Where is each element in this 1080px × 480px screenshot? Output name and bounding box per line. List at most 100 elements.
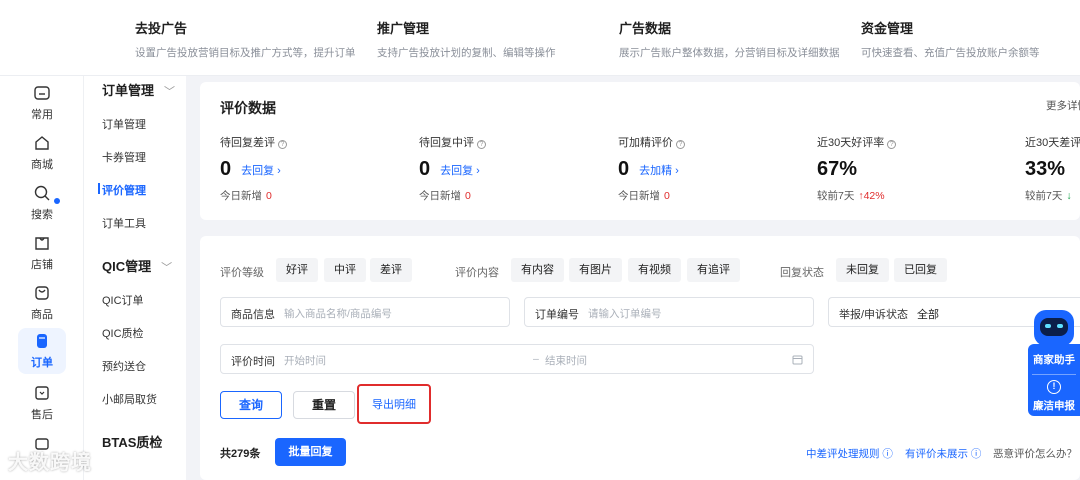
group-label: QIC管理 — [102, 259, 152, 274]
stat-negative-rate: 近30天差评 33% 较前7天 ↓ — [1025, 134, 1080, 203]
start-time-placeholder[interactable]: 开始时间 — [284, 353, 326, 368]
rail-item-mall[interactable]: 商城 — [18, 134, 66, 174]
merchant-assistant-widget[interactable]: 商家助手 ! 廉洁申报 — [1028, 310, 1080, 416]
help-icon[interactable]: ? — [278, 140, 287, 149]
chip-positive[interactable]: 好评 — [276, 258, 318, 282]
top-menu-title: 资金管理 — [861, 21, 914, 36]
stat-label: 近30天差评 — [1025, 137, 1080, 149]
review-time-range[interactable]: 评价时间 开始时间 – 结束时间 — [220, 344, 814, 374]
help-icon[interactable]: ? — [477, 140, 486, 149]
watermark: 大数跨境 — [8, 452, 92, 474]
reset-button[interactable]: 重置 — [293, 391, 355, 419]
reply-filter-label: 回复状态 — [780, 267, 824, 279]
submenu-item-qic-orders[interactable]: QIC订单 — [102, 292, 144, 308]
reply-link[interactable]: 去回复 › — [440, 165, 480, 177]
stat-value: 67% — [817, 158, 858, 180]
top-menu-title: 去投广告 — [135, 21, 188, 36]
total-count: 共279条 — [220, 448, 261, 460]
rail-label: 常用 — [31, 109, 53, 121]
stat-value: 0 — [618, 158, 630, 180]
top-menu-bar: 去投广告 设置广告投放营销目标及推广方式等，提升订单 推广管理 支持广告投放计划… — [0, 0, 1080, 76]
submenu-item-order-tools[interactable]: 订单工具 — [102, 215, 146, 231]
merchant-assistant-button[interactable]: 商家助手 — [1028, 352, 1080, 367]
stat-foot-value: ↓ — [1066, 190, 1072, 202]
stat-foot-label: 今日新增 — [618, 190, 660, 202]
calendar-icon[interactable] — [792, 354, 803, 365]
hidden-reviews-link[interactable]: 有评价未展示 ⓘ — [905, 446, 981, 461]
chip-negative[interactable]: 差评 — [370, 258, 412, 282]
export-details-button[interactable]: 导出明细 — [357, 384, 431, 424]
rail-label: 搜索 — [31, 209, 53, 221]
chip-unreplied[interactable]: 未回复 — [836, 258, 889, 282]
stat-foot-label: 较前7天 — [817, 190, 855, 202]
batch-reply-button[interactable]: 批量回复 — [275, 438, 346, 466]
rail-label: 店铺 — [31, 259, 53, 271]
field-label: 商品信息 — [231, 309, 275, 321]
search-icon — [34, 185, 50, 201]
review-stats-card: 评价数据 更多详情 待回复差评? 0 去回复 › 今日新增 0 待回复中评? 0 去回… — [200, 82, 1080, 220]
rail-item-goods[interactable]: 商品 — [18, 284, 66, 324]
chip-has-followup[interactable]: 有追评 — [687, 258, 740, 282]
shield-icon: ! — [1047, 380, 1061, 394]
query-button[interactable]: 查询 — [220, 391, 282, 419]
order-number-field[interactable]: 订单编号 请输入订单编号 — [524, 297, 814, 327]
product-info-field[interactable]: 商品信息 输入商品名称/商品编号 — [220, 297, 510, 327]
stat-value: 33% — [1025, 158, 1066, 180]
reply-link[interactable]: 去回复 › — [241, 165, 281, 177]
help-icon[interactable]: ? — [887, 140, 897, 149]
submenu-group-btas[interactable]: BTAS质检 — [102, 432, 162, 451]
review-filter-card: 评价等级 好评 中评 差评 评价内容 有内容 有图片 有视频 有追评 回复状态 … — [200, 236, 1080, 480]
stat-foot-value: ↑42% — [858, 190, 885, 202]
rail-item-orders[interactable]: 订单 — [18, 328, 66, 374]
chip-has-video[interactable]: 有视频 — [628, 258, 681, 282]
chip-has-content[interactable]: 有内容 — [511, 258, 564, 282]
stat-featurable: 可加精评价? 0 去加精 › 今日新增 0 — [618, 134, 808, 203]
stat-foot-value: 0 — [664, 190, 670, 202]
submenu-item-review-manage[interactable]: 评价管理 — [98, 182, 146, 198]
chip-has-image[interactable]: 有图片 — [569, 258, 622, 282]
submenu-item-order-manage[interactable]: 订单管理 — [102, 116, 146, 132]
more-details-link[interactable]: 更多详情 — [1046, 98, 1080, 113]
submenu-item-coupon-manage[interactable]: 卡券管理 — [102, 149, 146, 165]
field-label: 评价时间 — [231, 356, 275, 368]
submenu-item-qic-inspect[interactable]: QIC质检 — [102, 325, 144, 341]
stat-foot-label: 今日新增 — [419, 190, 461, 202]
robot-icon[interactable] — [1034, 310, 1074, 346]
submenu-item-post-pickup[interactable]: 小邮局取货 — [102, 391, 157, 407]
rail-item-shop[interactable]: 店铺 — [18, 234, 66, 274]
top-menu-desc: 展示广告账户整体数据，分营销目标及详细数据 — [619, 47, 840, 59]
end-time-placeholder[interactable]: 结束时间 — [545, 353, 587, 368]
sub-menu: 订单管理 ﹀ 订单管理 卡券管理 评价管理 订单工具 QIC管理 ﹀ QIC订单 Q… — [84, 76, 186, 480]
stat-pending-neutral: 待回复中评? 0 去回复 › 今日新增 0 — [419, 134, 609, 203]
integrity-report-button[interactable]: 廉洁申报 — [1028, 398, 1080, 413]
top-menu-promo-manage[interactable]: 推广管理 支持广告投放计划的复制、编辑等操作 — [377, 18, 556, 60]
submenu-group-qic[interactable]: QIC管理 ﹀ — [102, 256, 172, 275]
stat-pending-negative: 待回复差评? 0 去回复 › 今日新增 0 — [220, 134, 410, 203]
rail-item-common[interactable]: 常用 — [18, 84, 66, 124]
submenu-item-warehouse[interactable]: 预约送仓 — [102, 358, 146, 374]
stat-label: 待回复差评 — [220, 137, 275, 149]
malicious-review-link[interactable]: 恶意评价怎么办？ — [993, 446, 1077, 461]
top-menu-title: 广告数据 — [619, 21, 672, 36]
icon-rail: 常用 商城 搜索 店铺 商品 订单 售后 — [0, 76, 84, 480]
chip-neutral[interactable]: 中评 — [324, 258, 366, 282]
rail-item-search[interactable]: 搜索 — [18, 184, 66, 224]
field-placeholder: 请输入订单编号 — [588, 308, 662, 320]
top-menu-go-ads[interactable]: 去投广告 设置广告投放营销目标及推广方式等，提升订单 — [135, 18, 356, 60]
rail-item-aftersale[interactable]: 售后 — [18, 384, 66, 424]
top-menu-ad-data[interactable]: 广告数据 展示广告账户整体数据，分营销目标及详细数据 — [619, 18, 840, 60]
feature-link[interactable]: 去加精 › — [639, 165, 679, 177]
top-menu-funds[interactable]: 资金管理 可快速查看、充值广告投放账户余额等 — [861, 18, 1040, 60]
chevron-down-icon: ﹀ — [161, 262, 173, 274]
stat-label: 近30天好评率 — [817, 137, 885, 149]
top-menu-desc: 设置广告投放营销目标及推广方式等，提升订单 — [135, 47, 356, 59]
negative-rules-link[interactable]: 中差评处理规则 ⓘ — [806, 446, 893, 461]
field-placeholder: 输入商品名称/商品编号 — [284, 308, 392, 320]
help-icon[interactable]: ? — [676, 140, 685, 149]
submenu-group-orders[interactable]: 订单管理 ﹀ — [102, 80, 175, 99]
chip-replied[interactable]: 已回复 — [894, 258, 947, 282]
rail-label: 商城 — [31, 159, 53, 171]
chevron-down-icon: ﹀ — [164, 86, 176, 98]
stat-foot-label: 较前7天 — [1025, 190, 1063, 202]
home-icon — [35, 136, 49, 150]
